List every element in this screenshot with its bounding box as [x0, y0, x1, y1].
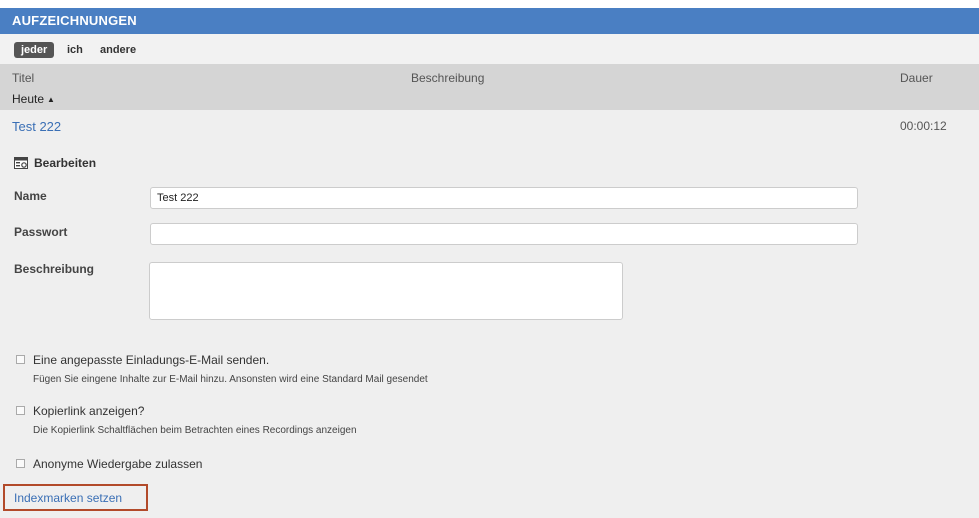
description-textarea[interactable]	[149, 262, 623, 320]
sort-up-icon: ▲	[47, 95, 55, 104]
set-index-marks-link[interactable]: Indexmarken setzen	[3, 484, 148, 511]
name-label: Name	[14, 189, 47, 203]
filter-bar: jeder ich andere	[0, 34, 979, 64]
panel-title: AUFZEICHNUNGEN	[12, 13, 137, 28]
anonymous-playback-checkbox[interactable]	[16, 459, 25, 468]
password-label: Passwort	[14, 225, 68, 239]
group-sort-toggle[interactable]: Heute ▲	[12, 92, 55, 106]
invite-email-label[interactable]: Eine angepasste Einladungs-E-Mail senden…	[33, 353, 269, 367]
set-index-marks-label: Indexmarken setzen	[14, 491, 123, 505]
edit-form-icon	[14, 157, 28, 169]
password-input[interactable]	[150, 223, 858, 245]
filter-all-button[interactable]: jeder	[14, 42, 55, 58]
copylink-label[interactable]: Kopierlink anzeigen?	[33, 404, 144, 418]
group-label: Heute	[12, 92, 45, 106]
copylink-description: Die Kopierlink Schaltflächen beim Betrac…	[33, 425, 357, 436]
panel-header: AUFZEICHNUNGEN	[0, 8, 979, 34]
invite-email-description: Fügen Sie eingene Inhalte zur E-Mail hin…	[33, 374, 428, 385]
column-description[interactable]: Beschreibung	[411, 71, 484, 85]
filter-me-button[interactable]: ich	[67, 42, 83, 58]
recording-duration: 00:00:12	[900, 119, 947, 133]
copylink-checkbox[interactable]	[16, 406, 25, 415]
invite-email-checkbox[interactable]	[16, 355, 25, 364]
column-duration[interactable]: Dauer	[900, 71, 933, 85]
filter-others-button[interactable]: andere	[100, 42, 136, 58]
anonymous-playback-label[interactable]: Anonyme Wiedergabe zulassen	[33, 457, 202, 471]
edit-section-heading: Bearbeiten	[14, 156, 96, 170]
recording-title-link[interactable]: Test 222	[12, 119, 61, 134]
description-label: Beschreibung	[14, 262, 95, 276]
edit-heading-label: Bearbeiten	[34, 156, 97, 170]
column-title[interactable]: Titel	[12, 71, 34, 85]
name-input[interactable]	[150, 187, 858, 209]
top-strip	[0, 0, 979, 8]
table-header: Titel Beschreibung Dauer Heute ▲	[0, 64, 979, 110]
